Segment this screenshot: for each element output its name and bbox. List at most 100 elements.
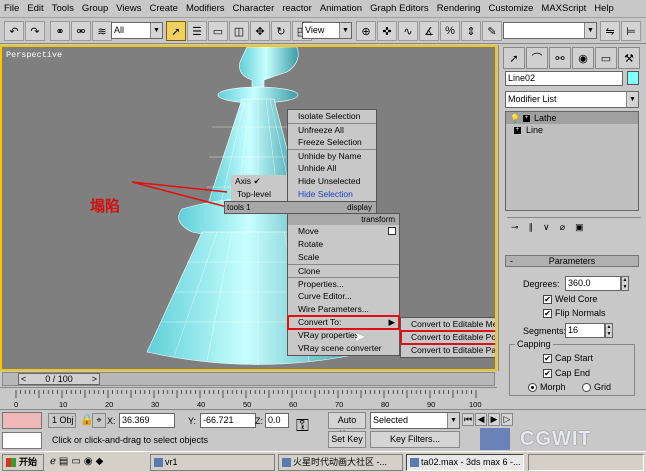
menu-reactor[interactable]: reactor [278, 0, 316, 18]
rectangular-selection-icon[interactable]: ▭ [208, 21, 228, 41]
y-coordinate-field[interactable]: -66.721 [200, 413, 256, 428]
folder-icon[interactable]: ▤ [59, 456, 68, 467]
quad-item-convert-to[interactable]: Convert To: ▶ [287, 315, 400, 330]
menu-graph-editors[interactable]: Graph Editors [366, 0, 433, 18]
remove-modifier-icon[interactable]: ⌀ [560, 222, 565, 233]
task-3dsmax[interactable]: ta02.max - 3ds max 6 -... [406, 454, 524, 471]
degrees-field[interactable]: 360.0 [565, 276, 621, 291]
weld-core-checkbox[interactable]: ✔ Weld Core [543, 294, 597, 305]
snap-toggle-icon[interactable]: ∿ [398, 21, 418, 41]
segments-spinner-icon[interactable]: ▲ ▼ [605, 323, 613, 338]
quad-item-unfreeze-all[interactable]: Unfreeze All [288, 123, 376, 136]
settings-box-icon[interactable] [388, 227, 396, 235]
menu-group[interactable]: Group [78, 0, 112, 18]
quad-item-hide-selection[interactable]: Hide Selection [288, 188, 376, 201]
pin-stack-icon[interactable]: ⊸ [511, 222, 519, 233]
menu-help[interactable]: Help [590, 0, 618, 18]
maxscript-listener-pink[interactable] [2, 412, 42, 429]
spinner-snap-icon[interactable]: ⇕ [461, 21, 481, 41]
menu-customize[interactable]: Customize [485, 0, 538, 18]
mirror-icon[interactable]: ⇋ [600, 21, 620, 41]
angle-snap-icon[interactable]: ∡ [419, 21, 439, 41]
quad-item-unhide-all[interactable]: Unhide All [288, 162, 376, 175]
ie-icon[interactable]: ℯ [50, 456, 56, 467]
select-object-icon[interactable]: ➚ [166, 21, 186, 41]
quad-item-top-level[interactable]: Top-level [231, 188, 287, 201]
segments-field[interactable]: 16 [565, 323, 605, 338]
menu-modifiers[interactable]: Modifiers [182, 0, 229, 18]
max-icon[interactable]: ◆ [96, 456, 104, 467]
quad-item-move[interactable]: Move [288, 225, 399, 238]
start-button[interactable]: 开始 [2, 454, 44, 471]
task-vr1[interactable]: vr1 [150, 454, 275, 471]
expand-icon[interactable]: + [522, 114, 530, 122]
quad-item-vray-scene-converter[interactable]: VRay scene converter [288, 342, 399, 355]
menu-animation[interactable]: Animation [316, 0, 366, 18]
quad-item-freeze-selection[interactable]: Freeze Selection [288, 136, 376, 149]
quad-item-scale[interactable]: Scale [288, 251, 399, 264]
lightbulb-icon[interactable]: 💡 [510, 114, 520, 123]
task-hxsd[interactable]: 火星时代动画大社区 -... [278, 454, 403, 471]
menu-views[interactable]: Views [112, 0, 145, 18]
quad-item-isolate-selection[interactable]: Isolate Selection [288, 110, 376, 123]
x-coordinate-field[interactable]: 36.369 [119, 413, 175, 428]
quad-item-vray-properties[interactable]: VRay properties [288, 329, 399, 342]
quad-item-wire-parameters[interactable]: Wire Parameters... [288, 303, 399, 316]
bind-space-warp-icon[interactable]: ≋ [92, 21, 112, 41]
quad-item-clone[interactable]: Clone [288, 264, 399, 277]
menu-tools[interactable]: Tools [48, 0, 78, 18]
quad-item-properties[interactable]: Properties... [288, 277, 399, 290]
display-tab-icon[interactable]: ▭ [595, 47, 617, 69]
redo-icon[interactable]: ↷ [25, 21, 45, 41]
object-name-field[interactable]: Line02 [505, 71, 623, 86]
undo-icon[interactable]: ↶ [4, 21, 24, 41]
named-selection-sets-dropdown[interactable]: ▼ [503, 22, 597, 39]
window-crossing-icon[interactable]: ◫ [229, 21, 249, 41]
motion-tab-icon[interactable]: ◉ [572, 47, 594, 69]
object-color-swatch[interactable] [627, 71, 639, 85]
hierarchy-tab-icon[interactable]: ⚯ [549, 47, 571, 69]
auto-key-button[interactable]: Auto Key [328, 412, 366, 439]
quad-item-hide-unselected[interactable]: Hide Unselected [288, 175, 376, 188]
degrees-spinner-icon[interactable]: ▲ ▼ [621, 276, 629, 291]
time-slider-thumb[interactable]: <0 / 100 > [18, 373, 100, 385]
selected-set-dropdown[interactable]: Selected ▼ [370, 412, 460, 429]
quad-item-rotate[interactable]: Rotate [288, 238, 399, 251]
track-bar[interactable]: 0 10 20 30 40 50 60 70 80 90 100 [0, 387, 497, 409]
media-icon[interactable]: ◉ [84, 456, 93, 467]
modifier-list-dropdown[interactable]: Modifier List ▼ [505, 91, 639, 108]
align-icon[interactable]: ⊨ [621, 21, 641, 41]
menu-maxscript[interactable]: MAXScript [537, 0, 590, 18]
selection-filter-dropdown[interactable]: All ▼ [111, 22, 163, 39]
menu-create[interactable]: Create [145, 0, 182, 18]
menu-rendering[interactable]: Rendering [433, 0, 485, 18]
select-by-name-icon[interactable]: ☰ [187, 21, 207, 41]
previous-frame-icon[interactable]: ◀ [475, 413, 487, 426]
modify-tab-icon[interactable]: ⌒ [526, 47, 548, 69]
expand-icon[interactable]: + [514, 126, 521, 134]
stack-item-line[interactable]: + Line [506, 124, 638, 136]
select-manipulate-icon[interactable]: ✜ [377, 21, 397, 41]
select-rotate-icon[interactable]: ↻ [271, 21, 291, 41]
flip-normals-checkbox[interactable]: ✔ Flip Normals [543, 308, 606, 319]
go-to-start-icon[interactable]: ⏮ [462, 413, 474, 426]
link-icon[interactable]: ⚭ [50, 21, 70, 41]
desktop-icon[interactable]: ▭ [71, 456, 80, 467]
configure-modifier-sets-icon[interactable]: ▣ [575, 222, 584, 233]
next-frame-icon[interactable]: ▷ [501, 413, 513, 426]
set-key-button[interactable]: Set Key [328, 431, 366, 448]
cap-start-checkbox[interactable]: ✔ Cap Start [543, 353, 593, 364]
menu-edit[interactable]: Edit [23, 0, 47, 18]
play-icon[interactable]: ▶ [488, 413, 500, 426]
make-unique-icon[interactable]: ∨ [543, 222, 550, 233]
key-filters-button[interactable]: Key Filters... [370, 431, 460, 448]
pivot-center-icon[interactable]: ⊕ [356, 21, 376, 41]
utilities-tab-icon[interactable]: ⚒ [618, 47, 640, 69]
maxscript-listener-white[interactable] [2, 432, 42, 449]
key-icon[interactable]: ⚿ [296, 416, 309, 436]
submenu-convert-mesh[interactable]: Convert to Editable Mesh [401, 318, 495, 331]
morph-radio[interactable]: Morph [528, 382, 566, 393]
parameters-rollout-header[interactable]: - Parameters [505, 255, 639, 267]
named-selection-icon[interactable]: ✎ [482, 21, 502, 41]
quad-item-unhide-by-name[interactable]: Unhide by Name [288, 149, 376, 162]
